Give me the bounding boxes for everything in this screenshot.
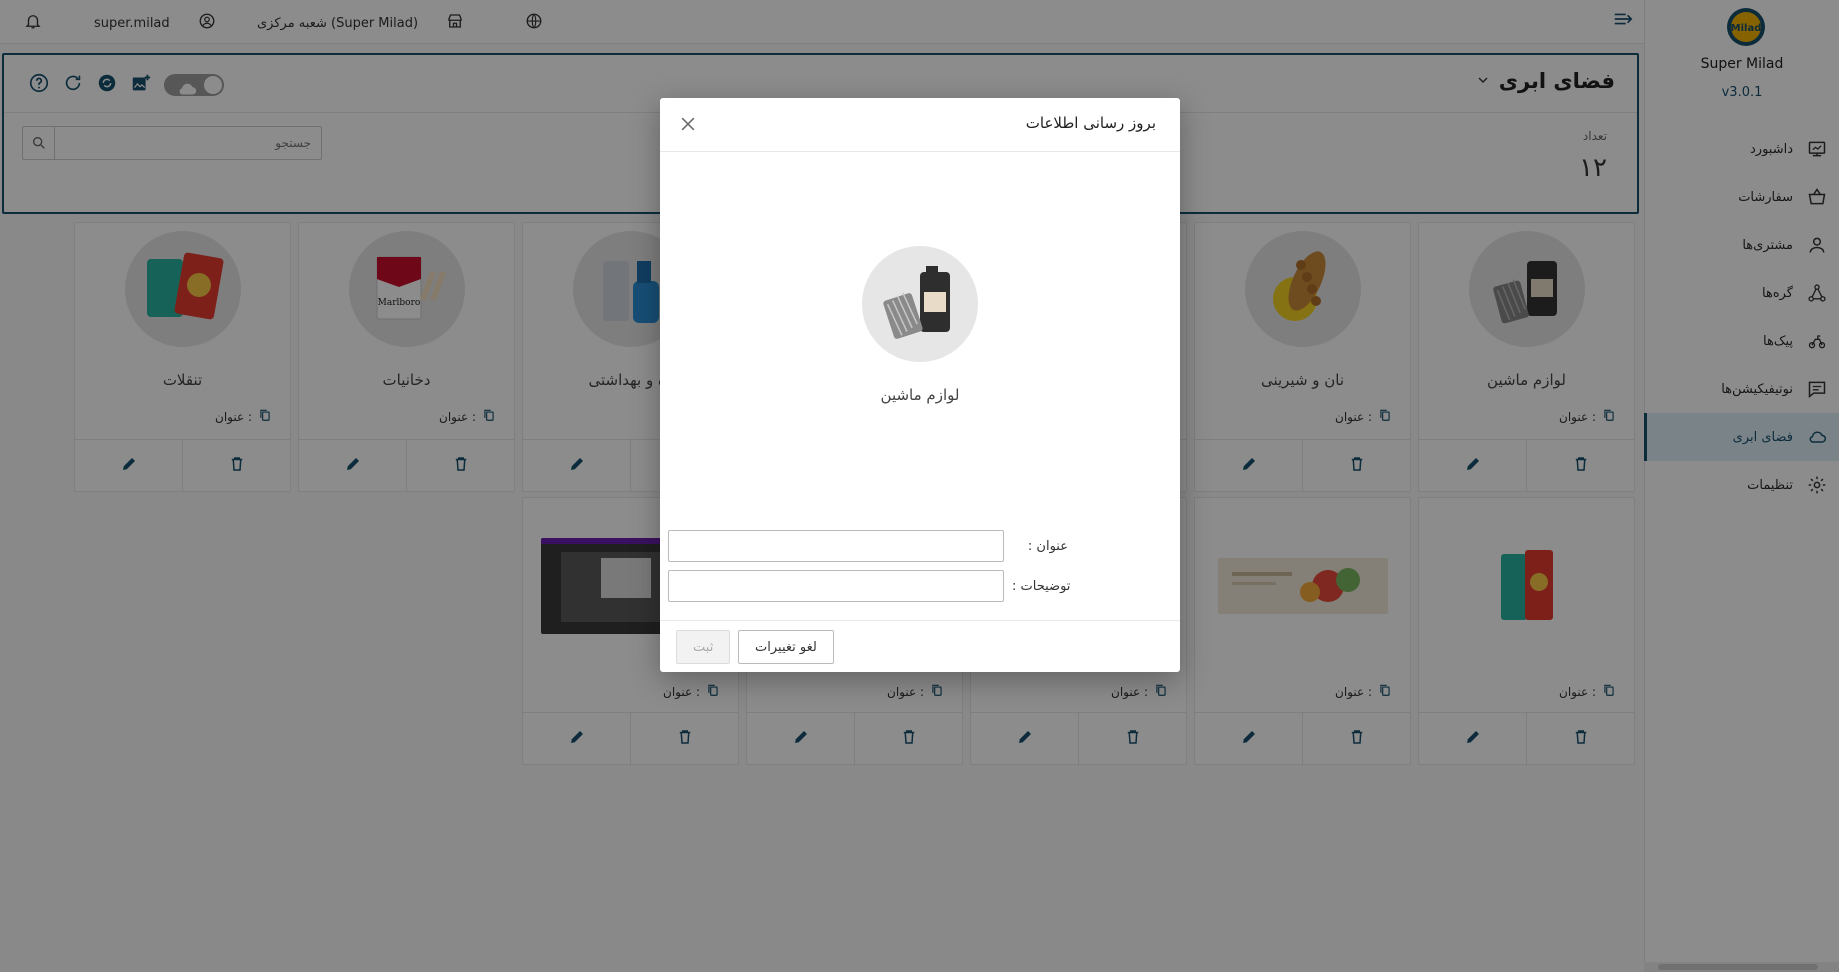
title-field[interactable] bbox=[668, 530, 1004, 562]
close-icon[interactable] bbox=[678, 114, 698, 134]
modal-image-caption: لوازم ماشین bbox=[880, 386, 960, 404]
description-field[interactable] bbox=[668, 570, 1004, 602]
cancel-changes-button[interactable]: لغو تغییرات bbox=[738, 630, 834, 664]
modal-header: بروز رسانی اطلاعات bbox=[660, 98, 1180, 152]
title-field-row: عنوان : bbox=[668, 530, 1168, 562]
description-field-row: توضیحات : bbox=[668, 570, 1168, 602]
modal-title: بروز رسانی اطلاعات bbox=[1025, 114, 1156, 132]
submit-button[interactable]: ثبت bbox=[676, 630, 731, 664]
modal-footer: لغو تغییرات ثبت bbox=[660, 620, 1180, 672]
title-field-label: عنوان : bbox=[1027, 538, 1068, 554]
description-field-label: توضیحات : bbox=[1012, 578, 1071, 594]
update-info-modal: بروز رسانی اطلاعات لوازم ماشین عنوان : ت… bbox=[660, 98, 1180, 672]
modal-image-car-parts bbox=[862, 246, 978, 362]
app-root: Milad Super Milad v3.0.1 داشبورد سفارشات… bbox=[0, 0, 1839, 972]
